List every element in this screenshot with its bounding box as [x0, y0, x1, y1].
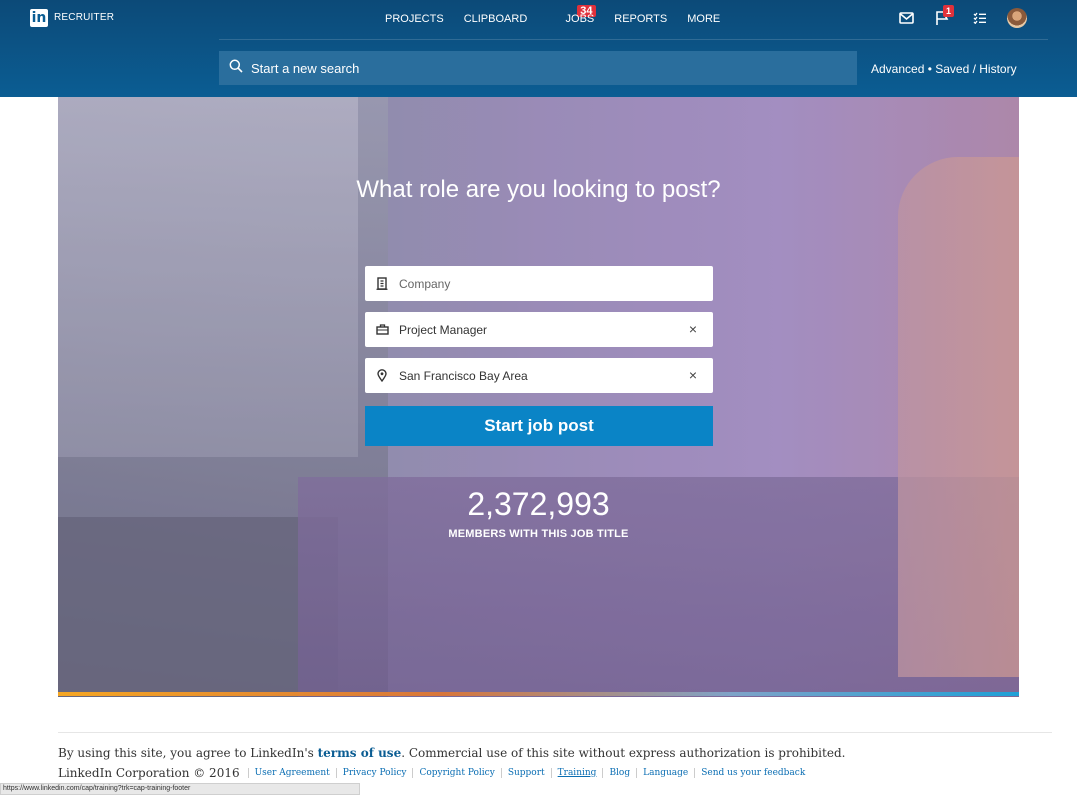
- profile-avatar[interactable]: [1007, 8, 1027, 28]
- terms-suffix: . Commercial use of this site without ex…: [401, 746, 846, 760]
- flag-count-badge: 1: [943, 5, 955, 17]
- global-search-bar[interactable]: [219, 51, 857, 85]
- footer-link-language[interactable]: Language: [636, 768, 694, 778]
- main-nav: PROJECTS CLIPBOARD34 JOBS REPORTS MORE: [385, 5, 720, 25]
- nav-icons: 1: [896, 5, 1027, 28]
- nav-reports[interactable]: REPORTS: [614, 13, 667, 25]
- footer-link-support[interactable]: Support: [500, 768, 551, 778]
- location-input[interactable]: [399, 368, 669, 383]
- hero-color-stripe: [58, 692, 1019, 696]
- footer-link-training[interactable]: Training: [550, 768, 603, 778]
- footer-links: User Agreement Privacy Policy Copyright …: [247, 768, 812, 778]
- nav-more[interactable]: MORE: [687, 13, 720, 25]
- job-title-input[interactable]: [399, 322, 669, 337]
- browser-status-bar: https://www.linkedin.com/cap/training?tr…: [0, 783, 360, 795]
- company-field[interactable]: [365, 266, 713, 301]
- briefcase-icon: [365, 324, 399, 335]
- terms-notice: By using this site, you agree to LinkedI…: [58, 746, 845, 760]
- clear-title-icon[interactable]: ×: [689, 321, 697, 337]
- company-input[interactable]: [399, 276, 669, 291]
- nav-clipboard-label: CLIPBOARD: [463, 13, 528, 25]
- header-divider: [219, 39, 1048, 40]
- footer-link-user-agreement[interactable]: User Agreement: [247, 768, 336, 778]
- search-input[interactable]: [251, 60, 811, 76]
- start-job-post-button[interactable]: Start job post: [365, 406, 713, 446]
- member-count-label: MEMBERS WITH THIS JOB TITLE: [448, 528, 629, 540]
- location-field[interactable]: ×: [365, 358, 713, 393]
- footer-corp-row: LinkedIn Corporation © 2016 User Agreeme…: [58, 766, 811, 780]
- tasks-icon[interactable]: [970, 8, 990, 28]
- copyright-text: LinkedIn Corporation © 2016: [58, 766, 240, 780]
- member-count: 2,372,993: [467, 486, 610, 522]
- footer-link-copyright-policy[interactable]: Copyright Policy: [412, 768, 500, 778]
- nav-jobs[interactable]: JOBS: [566, 13, 595, 25]
- terms-of-use-link[interactable]: terms of use: [318, 746, 402, 760]
- flag-icon[interactable]: 1: [933, 5, 955, 28]
- avatar: [1007, 8, 1027, 28]
- job-title-field[interactable]: ×: [365, 312, 713, 347]
- building-icon: [365, 277, 399, 290]
- advanced-saved-history-link[interactable]: Advanced • Saved / History: [871, 62, 1017, 76]
- footer-link-privacy-policy[interactable]: Privacy Policy: [335, 768, 413, 778]
- footer-divider: [58, 732, 1052, 733]
- linkedin-logo[interactable]: in: [30, 9, 48, 27]
- brand-label: RECRUITER: [54, 12, 115, 23]
- top-nav: in RECRUITER PROJECTS CLIPBOARD34 JOBS R…: [0, 0, 1077, 40]
- footer-link-feedback[interactable]: Send us your feedback: [694, 768, 811, 778]
- nav-projects[interactable]: PROJECTS: [385, 13, 444, 25]
- envelope-icon[interactable]: [896, 8, 916, 28]
- clear-location-icon[interactable]: ×: [689, 367, 697, 383]
- terms-prefix: By using this site, you agree to LinkedI…: [58, 746, 318, 760]
- footer-link-blog[interactable]: Blog: [602, 768, 636, 778]
- search-icon: [229, 59, 243, 78]
- hero-headline: What role are you looking to post?: [356, 176, 721, 203]
- map-pin-icon: [365, 369, 399, 382]
- nav-clipboard[interactable]: CLIPBOARD34: [463, 5, 596, 25]
- top-header: in RECRUITER PROJECTS CLIPBOARD34 JOBS R…: [0, 0, 1077, 97]
